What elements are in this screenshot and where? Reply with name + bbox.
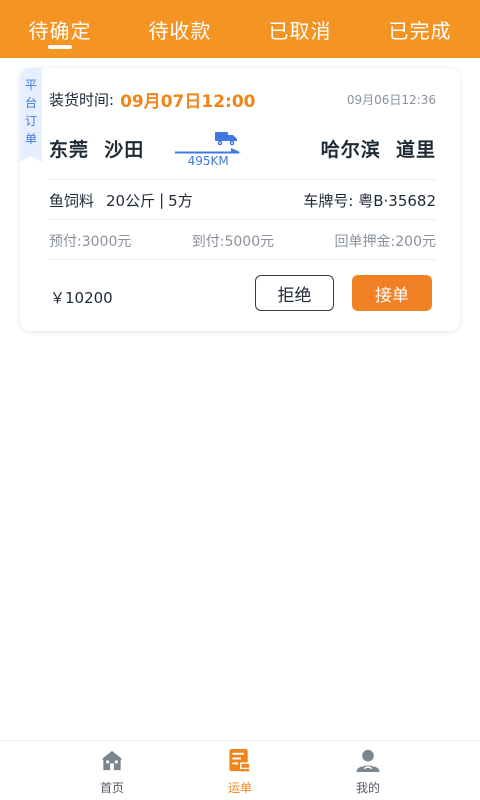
order-card[interactable]: 平 台 订 单 装货时间: 09月07日12:00 09月06日12:36 东莞…	[20, 68, 460, 331]
nav-label: 我的	[355, 781, 380, 795]
plate-value: 粤B·35682	[358, 191, 436, 210]
tab-label: 待收款	[148, 18, 212, 43]
divider	[49, 219, 436, 220]
destination-city: 哈尔滨 道里	[320, 138, 436, 161]
receipt-deposit: 回单押金:200元	[335, 231, 436, 251]
divider	[49, 259, 436, 260]
load-time-value: 09月07日12:00	[120, 91, 256, 112]
waybill-icon	[229, 748, 251, 772]
order-price: ￥10200	[50, 289, 113, 307]
nav-label: 运单	[227, 781, 252, 795]
home-icon	[101, 750, 123, 771]
user-icon	[356, 749, 380, 773]
route-connector: 495KM	[144, 130, 321, 168]
nav-profile[interactable]: 我的	[338, 748, 398, 796]
tag-char: 订	[24, 114, 37, 128]
plate-label: 车牌号:	[303, 191, 354, 210]
status-tabs: 待确定 待收款 已取消 已完成	[0, 0, 480, 58]
cargo-separator: |	[159, 191, 165, 209]
nav-home[interactable]: 首页	[82, 748, 142, 796]
tab-label: 已完成	[388, 18, 452, 43]
cargo-volume: 5方	[168, 191, 193, 210]
tag-char: 台	[24, 96, 37, 110]
reject-button[interactable]: 拒绝	[255, 275, 334, 311]
load-time-label: 装货时间:	[49, 90, 115, 109]
arrival-pay-value: 5000元	[224, 234, 275, 250]
divider	[49, 179, 436, 180]
tab-pending-payment[interactable]: 待收款	[120, 0, 240, 58]
receipt-deposit-value: 200元	[395, 234, 436, 250]
receipt-deposit-label: 回单押金:	[334, 234, 396, 250]
payment-row: 预付:3000元 到付:5000元 回单押金:200元	[49, 231, 436, 251]
cargo-name: 鱼饲料	[49, 191, 95, 210]
accept-order-button[interactable]: 接单	[352, 275, 432, 311]
nav-label: 首页	[99, 781, 124, 795]
load-time-row: 装货时间: 09月07日12:00 09月06日12:36	[49, 88, 436, 112]
active-tab-indicator	[48, 45, 72, 49]
cargo-weight: 20公斤	[106, 191, 156, 210]
route-distance: 495KM	[187, 154, 229, 168]
created-time: 09月06日12:36	[346, 92, 436, 107]
tab-pending-confirm[interactable]: 待确定	[0, 0, 120, 58]
prepay: 预付:3000元	[49, 231, 131, 251]
tag-char: 平	[24, 78, 37, 92]
route-row: 东莞 沙田 495KM 哈尔滨 道里	[49, 130, 436, 168]
tag-char: 单	[24, 132, 37, 146]
tab-completed[interactable]: 已完成	[360, 0, 480, 58]
tab-label: 待确定	[28, 18, 92, 43]
tab-label: 已取消	[268, 18, 332, 43]
prepay-value: 3000元	[81, 234, 132, 250]
origin-city: 东莞 沙田	[49, 138, 145, 161]
arrival-pay: 到付:5000元	[192, 231, 274, 251]
nav-waybill[interactable]: 运单	[210, 748, 270, 796]
truck-icon	[215, 132, 238, 146]
cargo-row: 鱼饲料 20公斤 | 5方 车牌号: 粤B·35682	[49, 190, 436, 210]
plate-number: 车牌号: 粤B·35682	[303, 190, 436, 211]
bottom-nav: 首页 运单 我的	[0, 740, 480, 800]
platform-order-tag: 平 台 订 单	[20, 68, 42, 162]
tab-cancelled[interactable]: 已取消	[240, 0, 360, 58]
prepay-label: 预付:	[49, 234, 82, 250]
arrival-pay-label: 到付:	[191, 234, 225, 250]
